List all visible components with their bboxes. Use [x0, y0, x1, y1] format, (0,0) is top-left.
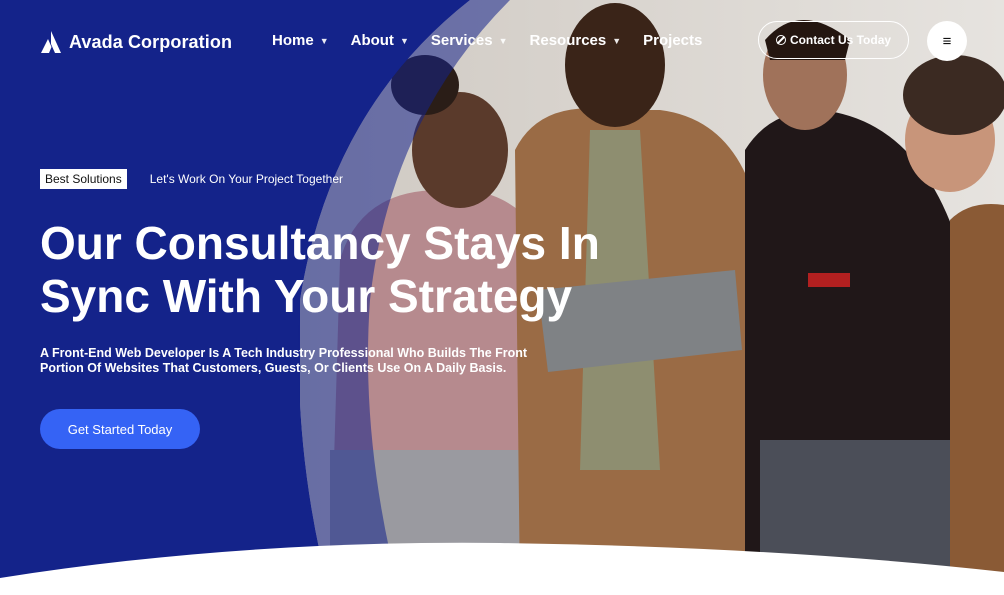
hamburger-menu-icon: ≡ [942, 32, 952, 50]
ban-icon [775, 35, 786, 45]
contact-us-button[interactable]: Contact Us Today [758, 21, 909, 59]
chevron-down-icon: ▼ [399, 35, 409, 46]
hero-headline-line2: Sync With Your Strategy [40, 270, 573, 322]
chevron-down-icon: ▼ [319, 35, 329, 46]
hero-description: A Front-End Web Developer Is A Tech Indu… [40, 346, 528, 375]
chevron-down-icon: ▼ [498, 35, 508, 46]
hero-tagline: Let's Work On Your Project Together [149, 172, 344, 186]
hero-headline-line1: Our Consultancy Stays In [40, 217, 600, 269]
brand-name: Avada Corporation [69, 31, 233, 52]
main-nav: Home ▼ About ▼ Services ▼ Resources ▼ Pr… [272, 32, 702, 49]
chevron-down-icon: ▼ [612, 35, 622, 46]
hero-eyebrow: Best Solutions Let's Work On Your Projec… [40, 169, 343, 189]
nav-item-label: Resources [529, 32, 607, 49]
nav-item-label: Home [272, 32, 314, 49]
avada-a-logo-icon [41, 31, 61, 53]
hamburger-menu-button[interactable]: ≡ [927, 21, 967, 61]
nav-item-about[interactable]: About ▼ [351, 32, 409, 49]
contact-us-label: Contact Us Today [789, 33, 892, 47]
get-started-label: Get Started Today [67, 421, 173, 437]
get-started-button[interactable]: Get Started Today [40, 409, 200, 449]
nav-item-resources[interactable]: Resources ▼ [530, 32, 622, 49]
nav-item-label: Projects [643, 32, 703, 49]
nav-item-home[interactable]: Home ▼ [272, 32, 329, 49]
best-solutions-badge: Best Solutions [40, 169, 127, 189]
nav-item-label: Services [430, 32, 493, 49]
nav-item-projects[interactable]: Projects [643, 32, 702, 49]
brand-logo[interactable]: Avada Corporation [40, 30, 232, 54]
nav-item-services[interactable]: Services ▼ [431, 32, 508, 49]
nav-item-label: About [350, 32, 394, 49]
hero-headline: Our Consultancy Stays In Sync With Your … [40, 217, 640, 323]
hero-section: Avada Corporation Home ▼ About ▼ Service… [0, 0, 1004, 595]
